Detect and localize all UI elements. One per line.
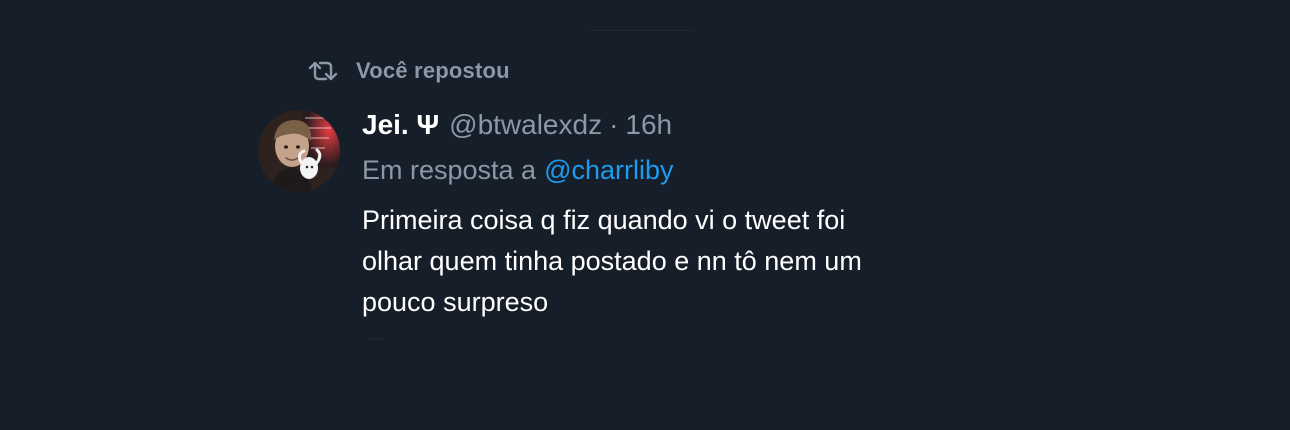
reply-prefix: Em resposta a (362, 155, 537, 185)
tweet-body-line: olhar quem tinha postado e nn tô nem um (362, 246, 862, 276)
tweet-header: Jei. Ψ @btwalexdz · 16h (362, 106, 982, 144)
reply-handle-link[interactable]: @charrliby (544, 152, 673, 188)
retweet-icon[interactable] (306, 57, 340, 85)
tweet-body-line: Primeira coisa q fiz quando vi o tweet f… (362, 205, 846, 235)
repost-label: Você repostou (356, 58, 510, 83)
tweet-body-line: pouco surpreso (362, 287, 549, 317)
user-handle[interactable]: @btwalexdz (449, 106, 602, 144)
tweet-time[interactable]: 16h (625, 106, 672, 144)
reply-context: Em resposta a @charrliby (362, 152, 982, 188)
user-name[interactable]: Jei. Ψ (362, 106, 439, 144)
avatar[interactable] (258, 110, 340, 192)
meta-separator: · (609, 109, 619, 140)
tweet[interactable]: Jei. Ψ @btwalexdz · 16h Em resposta a @c… (362, 106, 982, 323)
tweet-body: Primeira coisa q fiz quando vi o tweet f… (362, 200, 982, 323)
bottom-divider (370, 338, 384, 340)
repost-indicator: Você repostou (306, 56, 510, 86)
top-divider (590, 30, 694, 31)
